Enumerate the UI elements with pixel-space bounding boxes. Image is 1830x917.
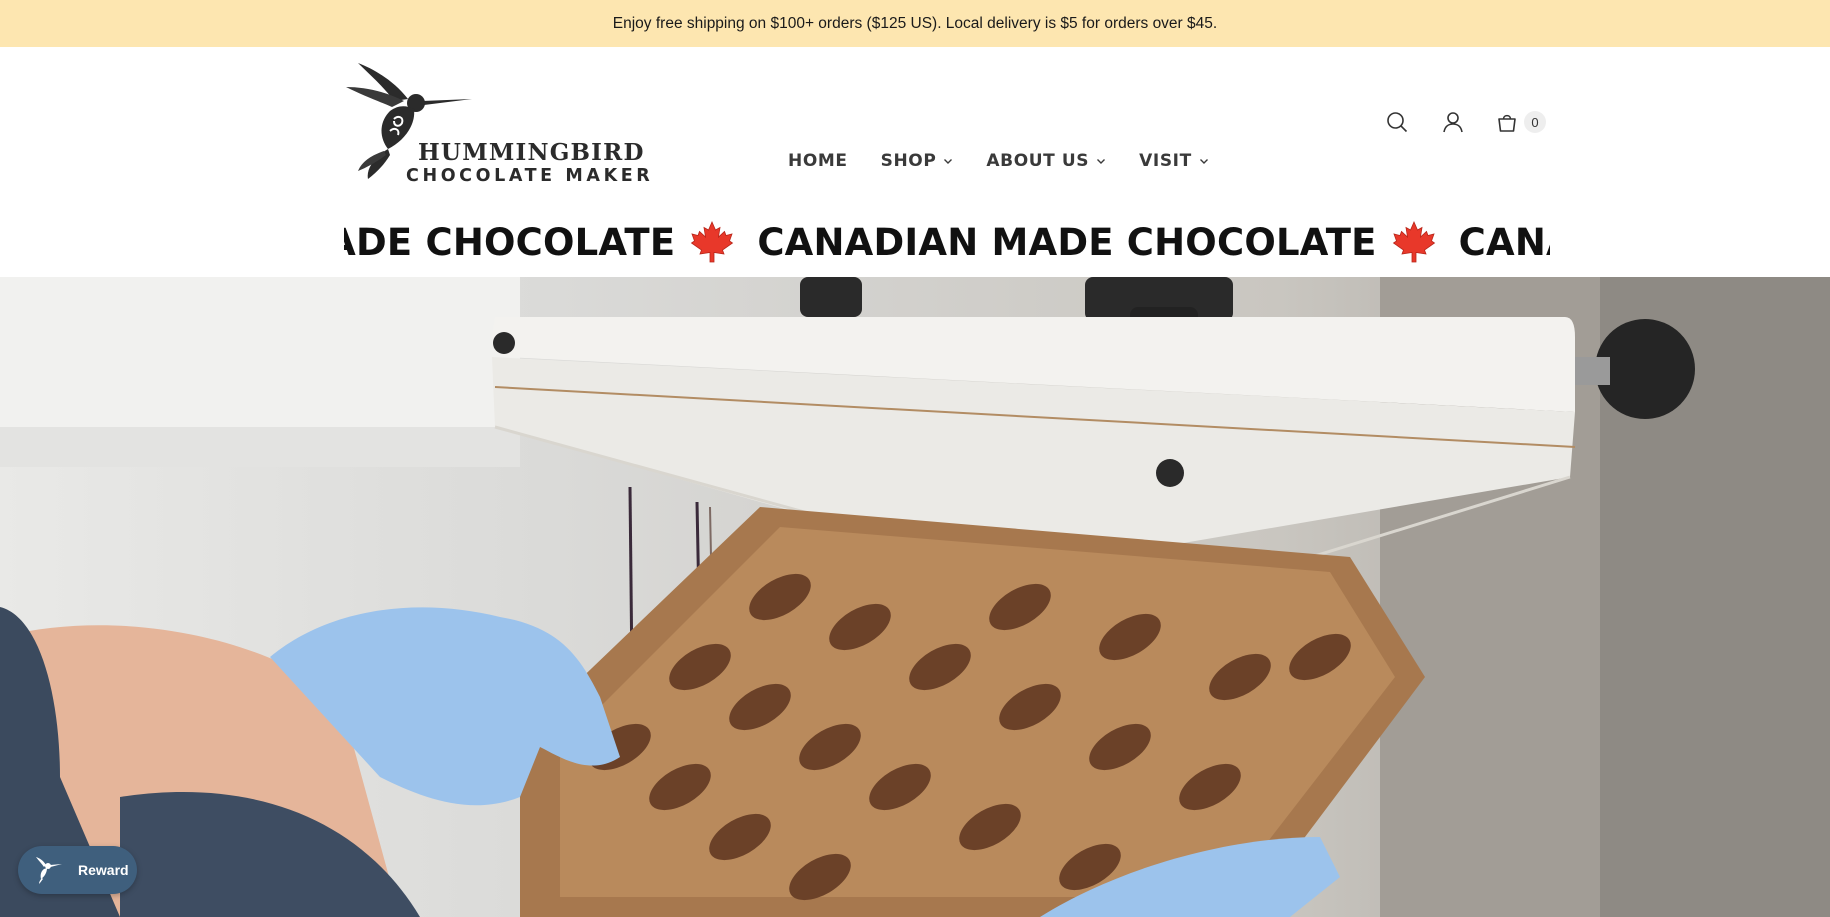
marquee-track: CANADIAN MADE CHOCOLATE CANADIAN MADE CH… — [344, 207, 1550, 277]
search-button[interactable] — [1382, 107, 1412, 137]
account-icon — [1443, 112, 1463, 133]
logo[interactable]: HUMMINGBIRD CHOCOLATE MAKER — [344, 61, 652, 187]
nav-item-shop[interactable]: SHOP — [881, 151, 954, 171]
nav-item-home[interactable]: HOME — [788, 151, 848, 171]
marquee-text: CANADIAN MADE CHOCOLATE — [1458, 220, 1550, 264]
nav-item-label: HOME — [788, 151, 848, 171]
cart-icon — [1498, 114, 1516, 132]
chocolate-depositing-photo-icon — [0, 277, 1830, 917]
reward-label: Reward — [78, 862, 129, 878]
cart-icon-wrap — [1492, 107, 1522, 137]
logo-title: HUMMINGBIRD — [418, 139, 645, 166]
chevron-down-icon — [1097, 159, 1106, 164]
announcement-text: Enjoy free shipping on $100+ orders ($12… — [612, 14, 1218, 32]
maple-leaf-icon — [1392, 221, 1435, 263]
site-header: HUMMINGBIRD CHOCOLATE MAKER HOME SHOP AB… — [0, 47, 1830, 207]
nav-item-label: VISIT — [1139, 151, 1192, 171]
search-icon — [1387, 112, 1408, 133]
announcement-bar: Enjoy free shipping on $100+ orders ($12… — [0, 0, 1830, 47]
marquee-banner: CANADIAN MADE CHOCOLATE CANADIAN MADE CH… — [344, 207, 1550, 277]
chevron-down-icon — [944, 159, 953, 164]
marquee-text: CANADIAN MADE CHOCOLATE — [757, 220, 1377, 264]
nav-item-label: SHOP — [880, 151, 937, 171]
maple-leaf-icon — [691, 221, 734, 263]
marquee-text: CANADIAN MADE CHOCOLATE — [344, 220, 676, 264]
nav-item-label: ABOUT US — [986, 151, 1090, 171]
hero-image — [0, 277, 1830, 917]
cart-button[interactable]: 0 — [1492, 107, 1546, 137]
hummingbird-icon — [36, 857, 62, 884]
nav-item-visit[interactable]: VISIT — [1139, 151, 1209, 171]
marquee-item: CANADIAN MADE CHOCOLATE — [1459, 221, 1550, 264]
marquee-item: CANADIAN MADE CHOCOLATE — [757, 219, 1436, 265]
account-button[interactable] — [1438, 107, 1468, 137]
marquee-item: CANADIAN MADE CHOCOLATE — [344, 219, 735, 265]
main-nav: HOME SHOP ABOUT US VISIT — [788, 151, 1242, 171]
chevron-down-icon — [1199, 159, 1208, 164]
header-icons: 0 — [1382, 107, 1546, 137]
cart-count-badge: 0 — [1524, 111, 1546, 133]
logo-subtitle: CHOCOLATE MAKER — [406, 166, 654, 186]
reward-button[interactable]: Reward — [18, 846, 137, 894]
nav-item-about-us[interactable]: ABOUT US — [986, 151, 1106, 171]
